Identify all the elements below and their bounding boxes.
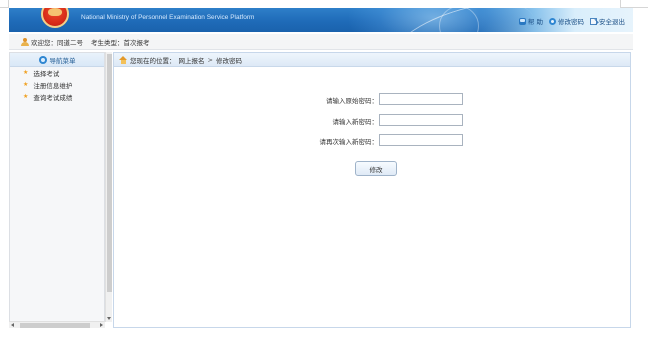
breadcrumb: 您现在的位置： 网上报名 > 修改密码: [114, 53, 630, 67]
form-row-old-password: 请输入原始密码：: [114, 93, 632, 105]
new-password-input[interactable]: [379, 114, 463, 126]
page-corner-left: [0, 0, 9, 8]
sidebar-item-select-exam[interactable]: ★ 选择考试: [10, 67, 104, 79]
logout-link[interactable]: 安全退出: [590, 16, 625, 26]
sidebar-item-query-scores[interactable]: ★ 查询考试成绩: [10, 91, 104, 103]
main-content: 您现在的位置： 网上报名 > 修改密码 请输入原始密码： 请输入新密码： 请再次…: [113, 52, 631, 328]
welcome-text: 欢迎您：同道二号: [31, 38, 83, 47]
scrollbar-thumb[interactable]: [20, 323, 90, 328]
sidebar-item-label: 注册信息维护: [33, 82, 73, 90]
help-link[interactable]: 帮 助: [518, 16, 543, 26]
nav-sidebar: 导航菜单 ★ 选择考试 ★ 注册信息维护 ★ 查询考试成绩: [9, 52, 105, 328]
sidebar-item-label: 查询考试成绩: [33, 94, 73, 102]
exit-icon: [590, 17, 597, 25]
star-icon: ★: [23, 93, 29, 100]
change-password-link[interactable]: 修改密码: [549, 16, 584, 26]
banner-circle: [439, 8, 479, 32]
nav-menu-header: 导航菜单: [10, 53, 104, 67]
sidebar-vertical-scrollbar[interactable]: [105, 52, 112, 322]
star-icon: ★: [23, 81, 29, 88]
platform-title: National Ministry of Personnel Examinati…: [81, 14, 255, 21]
app-frame: National Ministry of Personnel Examinati…: [9, 8, 633, 328]
user-info-bar: 欢迎您：同道二号 考生类型：首次报考: [9, 34, 633, 50]
logout-link-label: 安全退出: [599, 18, 625, 26]
breadcrumb-separator: >: [207, 55, 213, 64]
top-links: 帮 助 修改密码 安全退出: [518, 16, 625, 26]
ministry-logo: [41, 8, 69, 28]
old-password-label: 请输入原始密码：: [326, 97, 378, 105]
confirm-password-input[interactable]: [379, 134, 463, 146]
help-link-label: 帮 助: [527, 18, 543, 26]
scroll-right-arrow-icon[interactable]: [100, 323, 103, 327]
candidate-type-text: 考生类型：首次报考: [91, 38, 150, 47]
sidebar-item-label: 选择考试: [33, 70, 60, 78]
user-icon: [21, 37, 29, 46]
confirm-password-label: 请再次输入新密码：: [319, 138, 379, 146]
key-circle-icon: [549, 17, 556, 25]
header-banner: National Ministry of Personnel Examinati…: [9, 8, 633, 32]
scroll-down-arrow-icon[interactable]: [107, 317, 111, 320]
scroll-left-arrow-icon[interactable]: [11, 323, 14, 327]
welcome-group: 欢迎您：同道二号: [21, 37, 83, 47]
form-row-confirm-password: 请再次输入新密码：: [114, 134, 632, 146]
nav-menu-title: 导航菜单: [49, 56, 76, 65]
modify-button[interactable]: 修改: [355, 161, 397, 176]
star-icon: ★: [23, 69, 29, 76]
change-password-link-label: 修改密码: [558, 18, 584, 26]
scrollbar-thumb[interactable]: [107, 54, 112, 292]
breadcrumb-prefix: 您现在的位置：: [130, 56, 176, 65]
breadcrumb-item-online-registration: 网上报名: [178, 56, 205, 65]
new-password-label: 请输入新密码：: [332, 118, 379, 126]
help-icon: [518, 17, 526, 25]
nav-menu-icon: [38, 55, 47, 64]
home-icon: [119, 55, 127, 64]
sidebar-item-registration-info[interactable]: ★ 注册信息维护: [10, 79, 104, 91]
old-password-input[interactable]: [379, 93, 463, 105]
page-corner-right: [620, 0, 648, 8]
breadcrumb-item-change-password: 修改密码: [215, 56, 242, 65]
form-row-new-password: 请输入新密码：: [114, 114, 632, 126]
sidebar-horizontal-scrollbar[interactable]: [9, 321, 105, 328]
